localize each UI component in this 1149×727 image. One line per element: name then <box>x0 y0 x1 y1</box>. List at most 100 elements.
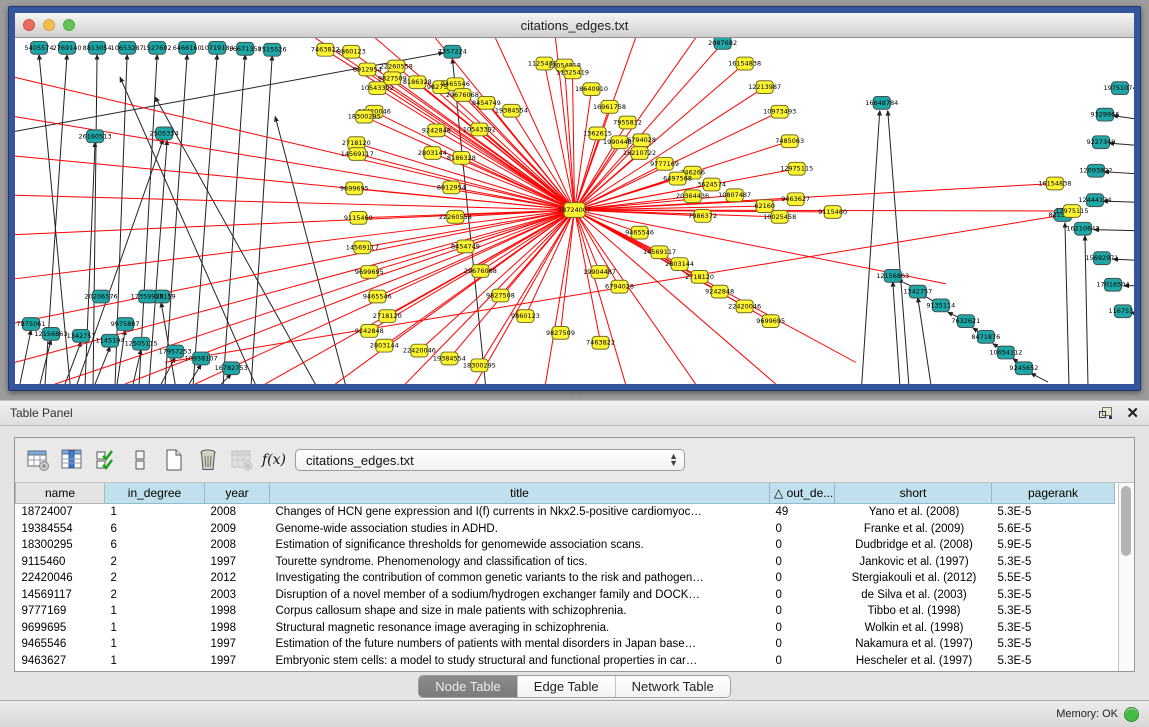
table-cell[interactable]: 0 <box>770 653 835 670</box>
table-cell[interactable]: 49 <box>770 504 835 521</box>
graph-node[interactable]: 9245652 <box>1009 362 1038 375</box>
table-row[interactable]: 946362711997Embryonic stem cells: a mode… <box>16 653 1115 670</box>
table-cell[interactable]: 2 <box>105 554 205 571</box>
network-canvas[interactable]: 5405574276914088130541065328715276026466… <box>15 38 1134 384</box>
graph-node[interactable]: 1527602 <box>143 41 172 54</box>
table-cell[interactable]: Wolkin et al. (1998) <box>835 620 992 637</box>
graph-node[interactable]: 17016504 <box>1096 278 1129 291</box>
table-cell[interactable]: 0 <box>770 636 835 653</box>
close-panel-icon[interactable]: ✕ <box>1126 406 1139 421</box>
network-window-titlebar[interactable]: citations_edges.txt <box>15 13 1134 38</box>
graph-node[interactable]: 16648784 <box>865 96 898 109</box>
edge[interactable] <box>95 347 110 384</box>
graph-node[interactable]: 9242848 <box>705 285 734 298</box>
graph-node[interactable]: 5405574 <box>25 41 54 54</box>
table-cell[interactable]: 5.3E-5 <box>992 554 1115 571</box>
table-cell[interactable]: 5.3E-5 <box>992 653 1115 670</box>
table-cell[interactable]: 0 <box>770 554 835 571</box>
graph-node[interactable]: 8471876 <box>971 330 1000 343</box>
row-selection-icon[interactable] <box>91 445 121 475</box>
table-cell[interactable]: 5.3E-5 <box>992 636 1115 653</box>
column-visibility-icon[interactable] <box>57 445 87 475</box>
graph-node[interactable]: 16154838 <box>1038 177 1071 190</box>
table-cell[interactable]: 5.9E-5 <box>992 537 1115 554</box>
edge[interactable] <box>893 282 900 384</box>
graph-node[interactable]: 7515526 <box>258 43 287 56</box>
column-header-in_degree[interactable]: in_degree <box>105 483 205 504</box>
network-graph[interactable]: 5405574276914088130541065328715276026466… <box>15 38 1134 384</box>
table-cell[interactable]: Genome-wide association studies in ADHD. <box>270 521 770 538</box>
table-cell[interactable]: 9463627 <box>16 653 105 670</box>
table-cell[interactable]: 22420046 <box>16 570 105 587</box>
delete-rows-icon[interactable] <box>193 445 223 475</box>
table-cell[interactable]: Yano et al. (2008) <box>835 504 992 521</box>
column-header-short[interactable]: short <box>835 483 992 504</box>
table-cell[interactable]: 6 <box>105 537 205 554</box>
new-table-icon[interactable] <box>159 445 189 475</box>
column-header-year[interactable]: year <box>205 483 270 504</box>
table-cell[interactable]: Changes of HCN gene expression and I(f) … <box>270 504 770 521</box>
graph-node[interactable]: 19384554 <box>433 352 466 365</box>
graph-node[interactable]: 9115460 <box>344 211 373 224</box>
table-cell[interactable]: 1 <box>105 504 205 521</box>
table-cell[interactable]: 0 <box>770 537 835 554</box>
table-cell[interactable]: 5.3E-5 <box>992 620 1115 637</box>
table-cell[interactable]: de Silva et al. (2003) <box>835 587 992 604</box>
graph-node[interactable]: 22420046 <box>403 344 436 357</box>
table-cell[interactable]: Corpus callosum shape and size in male p… <box>270 603 770 620</box>
table-scrollbar[interactable] <box>1118 483 1134 671</box>
edge[interactable] <box>275 117 345 384</box>
table-cell[interactable]: 18724007 <box>16 504 105 521</box>
table-cell[interactable]: 1 <box>105 620 205 637</box>
graph-node[interactable]: 10654112 <box>989 346 1022 359</box>
table-cell[interactable]: 1997 <box>205 653 270 670</box>
tab-edge-table[interactable]: Edge Table <box>518 676 616 697</box>
graph-node[interactable]: 29676068 <box>464 265 497 278</box>
table-cell[interactable]: Embryonic stem cells: a model to study s… <box>270 653 770 670</box>
graph-node[interactable]: 9860123 <box>337 45 366 58</box>
table-cell[interactable]: 0 <box>770 570 835 587</box>
edge[interactable] <box>193 55 217 384</box>
graph-node[interactable]: 2718120 <box>685 270 714 283</box>
edge[interactable] <box>221 374 231 384</box>
table-cell[interactable]: 1998 <box>205 620 270 637</box>
graph-node[interactable]: 15692971 <box>1085 252 1118 265</box>
edge[interactable] <box>575 210 776 384</box>
column-header-out_de[interactable]: △ out_de... <box>770 483 835 504</box>
graph-node[interactable]: 18640910 <box>575 83 608 96</box>
graph-node[interactable]: 7463822 <box>311 43 340 56</box>
graph-node[interactable]: 2803144 <box>665 258 694 271</box>
graph-node[interactable]: 9465546 <box>363 290 392 303</box>
graph-node[interactable]: 7955812 <box>613 116 642 129</box>
graph-node[interactable]: 20364436 <box>676 190 709 203</box>
edge[interactable] <box>165 55 187 384</box>
graph-node[interactable]: 8454749 <box>451 240 480 253</box>
tab-node-table[interactable]: Node Table <box>419 676 518 697</box>
table-row[interactable]: 969969511998Structural magnetic resonanc… <box>16 620 1115 637</box>
graph-node[interactable]: 12505115 <box>125 337 158 350</box>
graph-node[interactable]: 10807487 <box>718 189 751 202</box>
column-header-pagerank[interactable]: pagerank <box>992 483 1115 504</box>
edge[interactable] <box>888 111 909 384</box>
edge[interactable] <box>575 210 626 384</box>
graph-node[interactable]: 1342757 <box>903 285 932 298</box>
graph-node[interactable]: 16154838 <box>728 57 761 70</box>
table-row[interactable]: 1938455462009Genome-wide association stu… <box>16 521 1115 538</box>
table-cell[interactable]: 2008 <box>205 537 270 554</box>
graph-node[interactable]: 10653287 <box>111 41 144 54</box>
graph-node[interactable]: 12156863 <box>876 269 909 282</box>
table-cell[interactable]: 2 <box>105 587 205 604</box>
edge[interactable] <box>479 210 574 365</box>
table-row[interactable]: 2242004622012Investigating the contribut… <box>16 570 1115 587</box>
table-cell[interactable]: 2 <box>105 570 205 587</box>
table-cell[interactable]: 1 <box>105 603 205 620</box>
table-row[interactable]: 911546021997Tourette syndrome. Phenomeno… <box>16 554 1115 571</box>
graph-node[interactable]: 16210722 <box>623 147 656 160</box>
edge[interactable] <box>20 330 31 384</box>
graph-node[interactable]: 6497568 <box>663 172 692 185</box>
graph-node[interactable]: 1167534 <box>1109 305 1134 318</box>
graph-node[interactable]: 14569117 <box>346 241 379 254</box>
table-row[interactable]: 1456911722003Disruption of a novel membe… <box>16 587 1115 604</box>
graph-node[interactable]: 9115460 <box>818 206 847 219</box>
table-row[interactable]: 1872400712008Changes of HCN gene express… <box>16 504 1115 521</box>
